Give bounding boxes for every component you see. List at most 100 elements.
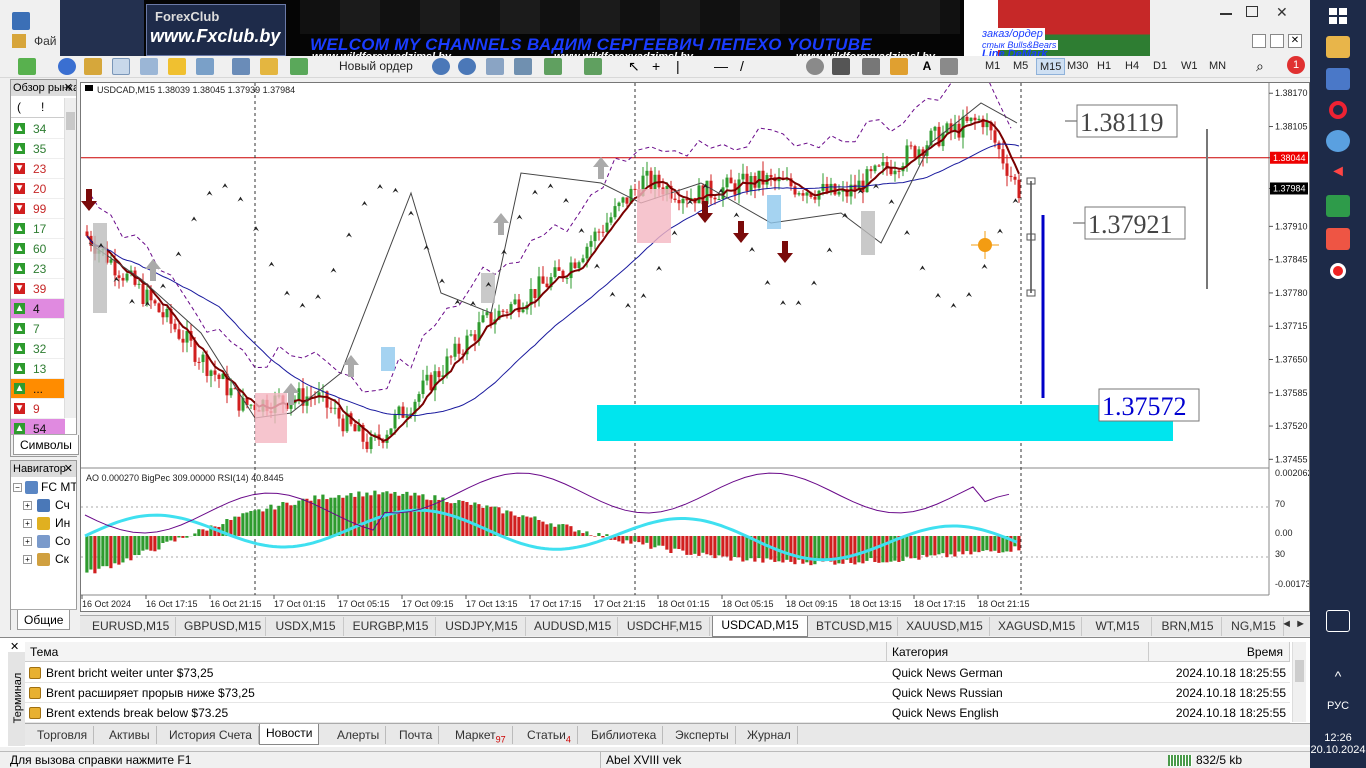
navigator-item[interactable]: + Ин [11, 515, 76, 533]
timeframe-h4[interactable]: H4 [1122, 58, 1142, 75]
expand-icon[interactable]: + [23, 501, 32, 510]
col-category[interactable]: Категория [887, 642, 1149, 662]
navigator-icon[interactable] [84, 58, 102, 75]
col-time[interactable]: Время [1149, 642, 1290, 662]
new-order-button[interactable]: Новый ордер [336, 58, 416, 75]
chart-window-usdcad[interactable]: 1.38170 1.38105 1.38044 1.37984 1.37910 1.378… [80, 67, 1310, 612]
market-watch-row[interactable]: ▼ 39 [11, 279, 65, 299]
tile-windows-icon[interactable] [486, 58, 504, 75]
market-watch-row[interactable]: ▲ 7 [11, 319, 65, 339]
vertical-line-icon[interactable]: | [676, 58, 694, 75]
terminal-tab[interactable]: Почта [393, 726, 440, 744]
zoom-in-icon[interactable] [432, 58, 450, 75]
trendline-icon[interactable]: / [740, 58, 758, 75]
horizontal-line-icon[interactable]: — [714, 58, 732, 75]
terminal-tab[interactable]: Новости [259, 724, 320, 745]
expand-icon[interactable]: + [23, 519, 32, 528]
new-order-icon[interactable] [290, 58, 308, 75]
market-watch-row[interactable]: ▼ 20 [11, 179, 65, 199]
market-watch-row[interactable]: ▲ 34 [11, 119, 65, 139]
market-watch-scrollbar[interactable] [64, 98, 76, 418]
symbol-tab[interactable]: USDJPY,M15 [438, 617, 526, 636]
market-watch-row[interactable]: ▲... [11, 379, 65, 399]
symbol-tab[interactable]: GBPUSD,M15 [178, 617, 266, 636]
label-icon[interactable]: A [918, 58, 936, 75]
navigator-item[interactable]: + Ск [11, 551, 76, 569]
market-watch-row[interactable]: ▼ 23 [11, 159, 65, 179]
market-watch-row[interactable]: ▲ 35 [11, 139, 65, 159]
tray-language[interactable]: РУС [1310, 700, 1366, 712]
expand-icon[interactable]: − [13, 483, 22, 492]
terminal-tab[interactable]: Статьи4 [521, 726, 578, 744]
add-indicator-icon[interactable] [584, 58, 602, 75]
terminal-tab[interactable]: Журнал [741, 726, 798, 744]
news-scroll-thumb[interactable] [1295, 660, 1304, 682]
ad-banner[interactable]: ForexClub www.Fxclub.by WELCOM MY CHANNE… [60, 0, 1150, 62]
tab-common[interactable]: Общие [17, 610, 71, 630]
navigator-close-icon[interactable]: ✕ [64, 461, 73, 477]
tab-symbols[interactable]: Символы [13, 435, 79, 455]
chart-shift-icon[interactable] [514, 58, 532, 75]
navigator-item[interactable]: + Со [11, 533, 76, 551]
record-icon[interactable] [1326, 260, 1350, 282]
expand-icon[interactable]: + [23, 555, 32, 564]
timeframe-mn[interactable]: MN [1206, 58, 1229, 75]
market-watch-row[interactable]: ▼ 99 [11, 199, 65, 219]
crosshair-icon[interactable]: + [652, 58, 670, 75]
tester-icon[interactable] [232, 58, 250, 75]
news-row[interactable]: Brent расширяет прорыв ниже $73,25 Quick … [25, 683, 1290, 703]
mdi-restore-icon[interactable] [1270, 34, 1284, 48]
market-watch-row[interactable]: ▲ 17 [11, 219, 65, 239]
options-icon[interactable] [260, 58, 278, 75]
market-watch-row[interactable]: ▲ 23 [11, 259, 65, 279]
scroll-thumb[interactable] [66, 112, 75, 130]
tabs-scroll-arrows-icon[interactable]: ◄ ► [1281, 618, 1306, 630]
zoom-out-icon[interactable] [458, 58, 476, 75]
keyboard-icon[interactable] [1326, 610, 1350, 632]
symbol-tab[interactable]: EURUSD,M15 [86, 617, 176, 636]
symbol-tab[interactable]: BRN,M15 [1154, 617, 1222, 636]
market-watch-row[interactable]: ▲ 60 [11, 239, 65, 259]
symbol-tab[interactable]: NG,M15 [1224, 617, 1284, 636]
navigator-item[interactable]: + Сч [11, 497, 76, 515]
triangle-icon[interactable] [862, 58, 880, 75]
app-icon-2[interactable] [1326, 68, 1350, 90]
app-icon-3[interactable] [1326, 228, 1350, 250]
favorites-icon[interactable] [168, 58, 186, 75]
maximize-icon[interactable] [1246, 6, 1258, 17]
explorer-icon[interactable] [1326, 36, 1350, 58]
notifications-badge[interactable]: 1 [1287, 56, 1305, 74]
symbol-tab[interactable]: WT,M15 [1084, 617, 1152, 636]
terminal-tab[interactable]: Алерты [331, 726, 387, 744]
cursor-icon[interactable]: ↖ [628, 58, 646, 75]
ellipse-icon[interactable] [806, 58, 824, 75]
mdi-minimize-icon[interactable] [1252, 34, 1266, 48]
new-chart-icon[interactable] [18, 58, 36, 75]
terminal-tab[interactable]: История Счета [163, 726, 259, 744]
close-icon[interactable]: ✕ [1276, 4, 1288, 21]
market-watch-row[interactable]: ▲ 32 [11, 339, 65, 359]
terminal-tab[interactable]: Активы [103, 726, 157, 744]
timeframe-m5[interactable]: M5 [1010, 58, 1031, 75]
terminal-tab[interactable]: Эксперты [669, 726, 736, 744]
price-chart[interactable]: 1.38170 1.38105 1.38044 1.37984 1.37910 1.378… [81, 67, 1310, 611]
timeframe-m15[interactable]: M15 [1036, 58, 1066, 75]
symbol-tab[interactable]: USDCHF,M15 [620, 617, 710, 636]
tray-date[interactable]: 20.10.2024 [1310, 744, 1366, 756]
profiles-icon[interactable] [58, 58, 76, 75]
column-b[interactable]: ! [41, 100, 44, 114]
opera-icon[interactable] [1326, 99, 1350, 121]
rectangle-icon[interactable] [832, 58, 850, 75]
column-a[interactable]: ( [17, 100, 21, 114]
symbol-tab[interactable]: EURGBP,M15 [346, 617, 436, 636]
navigator-item[interactable]: − FC MT [11, 479, 76, 497]
market-watch-row[interactable]: ▲ 4 [11, 299, 65, 319]
data-window-icon[interactable] [140, 58, 158, 75]
news-scrollbar[interactable] [1292, 642, 1306, 722]
tray-time[interactable]: 12:26 [1310, 732, 1366, 744]
timeframe-h1[interactable]: H1 [1094, 58, 1114, 75]
terminal-tab[interactable]: Маркет97 [449, 726, 513, 744]
news-row[interactable]: Brent extends break below $73.25 Quick Ne… [25, 703, 1290, 723]
arrows-icon[interactable] [940, 58, 958, 75]
minimize-icon[interactable] [1220, 13, 1232, 15]
